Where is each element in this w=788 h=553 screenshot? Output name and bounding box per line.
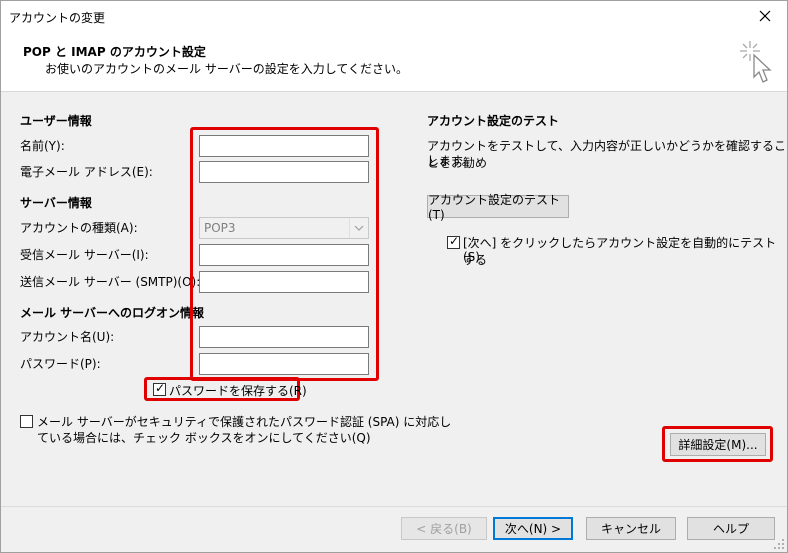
email-label: 電子メール アドレス(E):	[20, 165, 153, 179]
account-type-label: アカウントの種類(A):	[20, 221, 138, 235]
remember-password-checkbox[interactable]: ✓	[153, 381, 166, 396]
spa-checkbox[interactable]	[20, 415, 33, 428]
cancel-button[interactable]: キャンセル	[586, 517, 676, 540]
back-button[interactable]: < 戻る(B)	[401, 517, 487, 540]
auto-test-label-line2: (S)	[463, 250, 480, 264]
help-button[interactable]: ヘルプ	[687, 517, 775, 540]
auto-test-checkbox[interactable]: ✓	[447, 234, 460, 249]
spa-label-line1: メール サーバーがセキュリティで保護されたパスワード認証 (SPA) に対応し	[37, 415, 452, 429]
checkmark-icon: ✓	[155, 381, 166, 395]
page-subtitle: お使いのアカウントのメール サーバーの設定を入力してください。	[45, 62, 408, 76]
close-button[interactable]	[743, 1, 787, 31]
wizard-header: POP と IMAP のアカウント設定 お使いのアカウントのメール サーバーの設…	[1, 31, 787, 92]
next-button[interactable]: 次へ(N) >	[493, 517, 573, 540]
incoming-server-label: 受信メール サーバー(I):	[20, 248, 149, 262]
cursor-sparkle-icon	[740, 41, 772, 83]
close-icon	[759, 10, 771, 22]
test-account-button[interactable]: アカウント設定のテスト(T)	[427, 193, 569, 222]
account-settings-dialog: アカウントの変更 POP と IMAP のアカウント設定 お使いのアカウントのメ…	[0, 0, 788, 553]
test-description-line2: します。	[427, 154, 474, 168]
window-title: アカウントの変更	[9, 11, 106, 25]
auto-test-label-line1: [次へ] をクリックしたらアカウント設定を自動的にテストする	[463, 236, 777, 267]
spa-label-line2: ている場合には、チェック ボックスをオンにしてください(Q)	[37, 431, 371, 445]
test-description-line1: アカウントをテストして、入力内容が正しいかどうかを確認することをお勧め	[427, 139, 787, 170]
remember-password-label: パスワードを保存する(R)	[169, 384, 307, 398]
user-info-heading: ユーザー情報	[20, 114, 92, 128]
more-settings-button[interactable]: 詳細設定(M)...	[670, 433, 766, 456]
account-name-label: アカウント名(U):	[20, 330, 115, 344]
name-label: 名前(Y):	[20, 139, 65, 153]
server-info-heading: サーバー情報	[20, 196, 92, 210]
logon-info-heading: メール サーバーへのログオン情報	[20, 306, 205, 320]
fields-highlight	[190, 127, 379, 381]
title-bar: アカウントの変更	[1, 1, 787, 31]
footer-divider	[1, 506, 787, 507]
resize-grip-icon[interactable]	[773, 538, 785, 550]
test-heading: アカウント設定のテスト	[427, 114, 560, 128]
password-label: パスワード(P):	[20, 357, 101, 371]
outgoing-server-label: 送信メール サーバー (SMTP)(O):	[20, 275, 201, 289]
page-title: POP と IMAP のアカウント設定	[23, 45, 206, 59]
checkmark-icon: ✓	[449, 234, 460, 248]
